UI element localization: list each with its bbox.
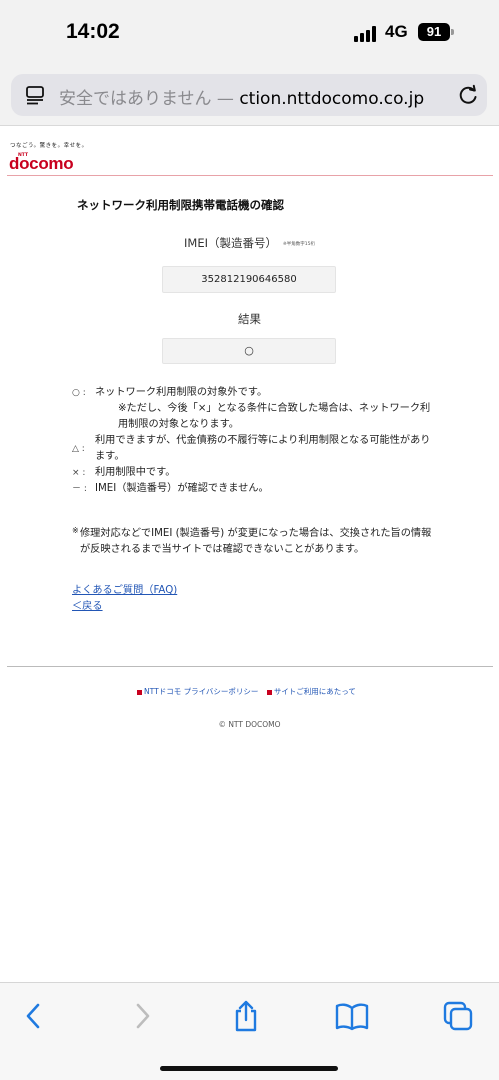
bullet-icon (266, 689, 272, 695)
bookmarks-button[interactable] (332, 999, 372, 1033)
legend-subnote: ※ただし、今後「×」となる条件に合致した場合は、ネットワーク利用制限の対象となり… (118, 403, 431, 430)
legend-item-restricted: × : 利用制限中です。 (72, 465, 432, 481)
battery-tip (451, 29, 454, 35)
docomo-logo[interactable]: docomo (9, 154, 74, 174)
result-value-field: ○ (162, 338, 336, 364)
network-type: 4G (385, 22, 408, 41)
legend-text: ネットワーク利用制限の対象外です。 (95, 387, 268, 398)
back-link[interactable]: ＜戻る (72, 597, 103, 612)
back-icon (26, 1003, 40, 1029)
screen: 14:02 4G 91 安全ではありません — ction.nttdocomo.… (0, 0, 499, 1080)
browser-top-bar: 安全ではありません — ction.nttdocomo.co.jp (0, 60, 499, 126)
page-title: ネットワーク利用制限携帯電話機の確認 (77, 198, 284, 212)
forward-button[interactable] (122, 999, 162, 1033)
note-mark: ※ (72, 526, 79, 535)
address-bar[interactable]: 安全ではありません — ction.nttdocomo.co.jp (11, 74, 487, 116)
legend-symbol: × : (72, 468, 86, 478)
address-text[interactable]: 安全ではありません — ction.nttdocomo.co.jp (59, 84, 455, 109)
reload-icon[interactable] (457, 84, 479, 106)
status-time: 14:02 (66, 20, 120, 43)
legend-item-ok: ○ : ネットワーク利用制限の対象外です。 ※ただし、今後「×」となる条件に合致… (72, 385, 432, 433)
legend-text: IMEI（製造番号）が確認できません。 (95, 483, 269, 494)
header-divider (7, 175, 493, 176)
faq-link[interactable]: よくあるご質問（FAQ) (72, 581, 177, 596)
browser-bottom-toolbar (0, 982, 499, 1080)
tabs-button[interactable] (438, 999, 478, 1033)
signal-icon (354, 26, 380, 42)
brand-tagline: つなごう。驚きを。幸せを。 (10, 143, 88, 149)
battery-icon: 91 (418, 23, 450, 41)
imei-label: IMEI（製造番号） ※半角数字15桁 (0, 235, 499, 251)
forward-icon (136, 1003, 150, 1029)
share-icon (235, 1000, 257, 1032)
legend-item-caution: △ : 利用できますが、代金債務の不履行等により利用制限となる可能性があります。 (72, 433, 432, 465)
privacy-policy-link[interactable]: NTTドコモ プライバシーポリシー (144, 687, 258, 696)
result-legend: ○ : ネットワーク利用制限の対象外です。 ※ただし、今後「×」となる条件に合致… (72, 385, 432, 497)
web-page: つなごう。驚きを。幸せを。 NTT docomo ネットワーク利用制限携帯電話機… (0, 127, 499, 982)
tabs-icon (443, 1001, 473, 1031)
bullet-icon (137, 689, 143, 695)
footer-links: NTTドコモ プライバシーポリシー サイトご利用にあたって (0, 686, 499, 697)
site-terms-link[interactable]: サイトご利用にあたって (274, 687, 356, 696)
legend-item-unknown: － : IMEI（製造番号）が確認できません。 (72, 481, 432, 497)
legend-symbol: － : (72, 484, 87, 494)
footer-divider (7, 666, 493, 667)
repair-note: ※ 修理対応などでIMEI (製造番号) が変更になった場合は、交換された旨の情… (72, 526, 432, 558)
share-button[interactable] (226, 999, 266, 1033)
home-indicator (160, 1066, 338, 1071)
copyright: © NTT DOCOMO (218, 720, 281, 729)
legend-symbol: △ : (72, 444, 85, 454)
legend-text: 利用制限中です。 (95, 467, 176, 478)
imei-note: ※半角数字15桁 (282, 241, 315, 247)
address-domain: ction.nttdocomo.co.jp (239, 89, 425, 109)
result-label: 結果 (238, 312, 261, 326)
note-text: 修理対応などでIMEI (製造番号) が変更になった場合は、交換された旨の情報が… (80, 528, 432, 555)
bookmarks-icon (335, 1003, 369, 1031)
legend-symbol: ○ : (72, 388, 86, 398)
imei-value-field: 352812190646580 (162, 266, 336, 293)
security-warning: 安全ではありません — (59, 89, 240, 109)
legend-text: 利用できますが、代金債務の不履行等により利用制限となる可能性があります。 (95, 435, 431, 462)
reader-icon[interactable] (25, 85, 45, 105)
back-button[interactable] (14, 999, 54, 1033)
status-bar: 14:02 4G 91 (0, 0, 499, 60)
imei-label-text: IMEI（製造番号） (184, 236, 277, 250)
